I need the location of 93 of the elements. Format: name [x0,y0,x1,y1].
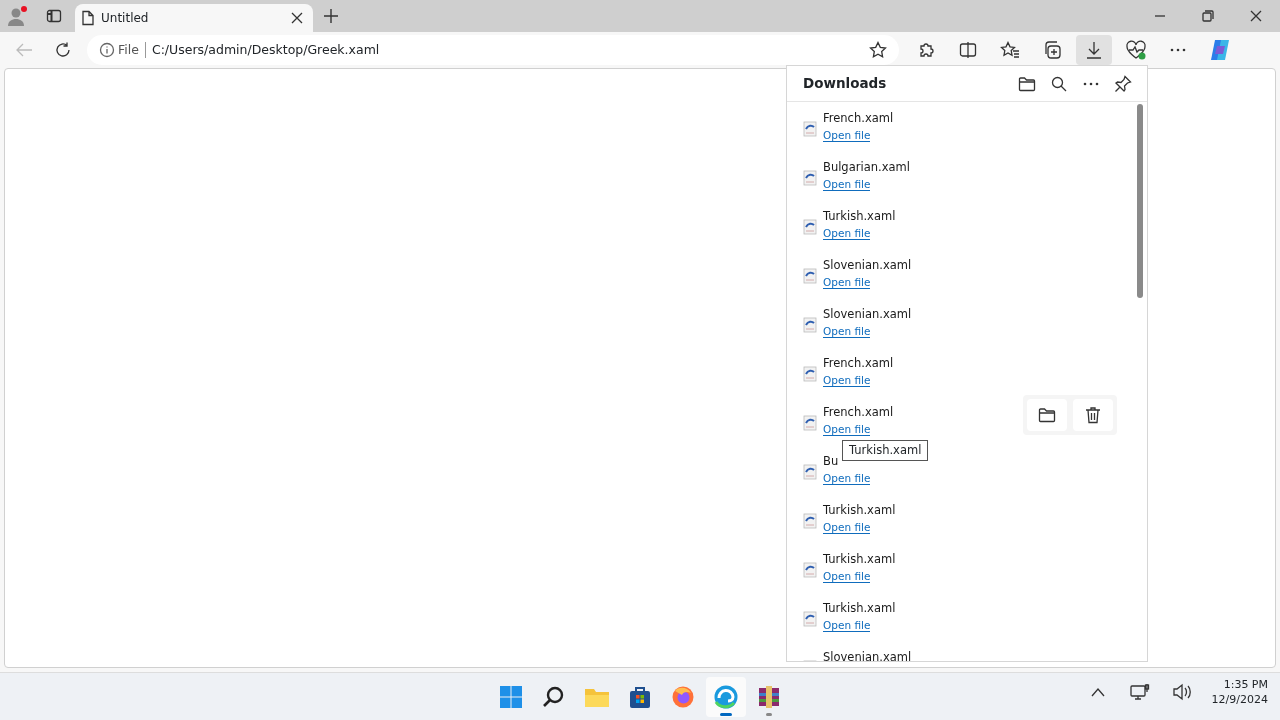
file-icon [803,218,817,235]
delete-button[interactable] [1073,399,1113,431]
back-icon [15,42,33,58]
favorites-list-icon [1000,41,1020,59]
file-icon [803,414,817,431]
open-file-link[interactable]: Open file [823,423,871,436]
download-item[interactable]: Slovenian.xaml Open file [787,298,1147,347]
delete-icon [1085,406,1101,424]
address-bar[interactable]: File C:/Users/admin/Desktop/Greek.xaml [87,35,899,65]
search-icon [542,684,566,709]
downloads-button[interactable] [1076,35,1112,65]
firefox-icon [671,684,695,709]
file-name: Slovenian.xaml [823,258,912,273]
download-item[interactable]: Turkish.xaml Open file [787,494,1147,543]
browser-essentials-icon [1125,40,1147,60]
file-name: French.xaml [823,405,894,420]
pin-icon [1114,74,1132,93]
puzzle-icon [917,41,935,59]
close-icon [1250,10,1262,22]
file-icon [803,267,817,284]
panel-title: Downloads [803,74,888,94]
network-icon [1129,683,1150,701]
favorite-button[interactable] [869,40,887,60]
open-file-link[interactable]: Open file [823,619,871,632]
open-file-link[interactable]: Open file [823,472,871,485]
scheme-label: File [118,40,139,59]
more-icon [1169,47,1187,53]
download-item[interactable]: Turkish.xaml Open file [787,543,1147,592]
collections-icon [1043,41,1061,59]
open-file-link[interactable]: Open file [823,570,871,583]
archive-icon [757,684,781,709]
file-name: Bulgarian.xaml [823,160,910,175]
download-icon [1085,41,1103,59]
file-name: French.xaml [823,111,894,126]
info-icon [99,42,115,58]
download-item[interactable]: Turkish.xaml Open file [787,592,1147,641]
folder-icon [1018,75,1036,92]
refresh-icon [54,41,72,59]
file-name: Bu [823,454,839,469]
favorite-icon [869,41,887,60]
time-text: 1:35 PM [1222,677,1268,692]
browser-tab[interactable]: Untitled [75,4,313,32]
folder-icon [1038,407,1056,423]
page-icon [81,10,95,26]
open-file-link[interactable]: Open file [823,521,871,534]
download-item[interactable]: Slovenian.xaml [787,641,1147,661]
file-name: Turkish.xaml [823,601,896,616]
search-icon [1051,75,1067,92]
open-file-link[interactable]: Open file [823,374,871,387]
download-item[interactable]: Turkish.xaml Open file [787,200,1147,249]
file-name: French.xaml [823,356,894,371]
edge-icon [713,683,739,710]
file-icon [803,561,817,578]
open-file-link[interactable]: Open file [823,129,871,142]
restore-icon [1202,10,1214,22]
file-icon [803,512,817,529]
open-file-link[interactable]: Open file [823,227,871,240]
new-tab-icon [323,8,339,24]
open-file-link[interactable]: Open file [823,178,871,191]
tooltip: Turkish.xaml [842,440,929,462]
volume-icon [1171,683,1192,701]
date-text: 12/9/2024 [1211,692,1268,707]
tab-actions-icon [46,8,62,24]
copilot-icon [1208,38,1232,62]
file-name: Turkish.xaml [823,209,896,224]
download-item[interactable]: Bulgarian.xaml Open file [787,151,1147,200]
download-item[interactable]: Slovenian.xaml Open file [787,249,1147,298]
file-icon [803,120,817,137]
clock[interactable]: 1:35 PM 12/9/2024 [1205,677,1268,707]
open-file-link[interactable]: Open file [823,325,871,338]
file-icon [803,610,817,627]
more-icon [1082,80,1100,87]
file-name: Slovenian.xaml [823,650,912,661]
download-item[interactable]: French.xaml Open file [787,347,1147,396]
windows-icon [499,684,523,709]
file-icon [803,169,817,186]
profile-icon [7,5,29,27]
download-item[interactable]: French.xaml Open file [787,102,1147,151]
close-icon [291,12,303,24]
file-name: Turkish.xaml [823,503,896,518]
file-icon [803,463,817,480]
file-name: Turkish.xaml [823,552,896,567]
file-name: Slovenian.xaml [823,307,912,322]
open-file-link[interactable]: Open file [823,276,871,289]
store-icon [628,684,652,709]
file-icon [803,316,817,333]
chevron-up-icon [1090,687,1105,697]
url-text: C:/Users/admin/Desktop/Greek.xaml [151,40,380,59]
edge-button[interactable] [706,676,746,717]
show-in-folder-button[interactable] [1027,399,1067,431]
file-icon [803,365,817,382]
scrollbar[interactable] [1137,104,1143,298]
split-screen-icon [959,41,977,59]
